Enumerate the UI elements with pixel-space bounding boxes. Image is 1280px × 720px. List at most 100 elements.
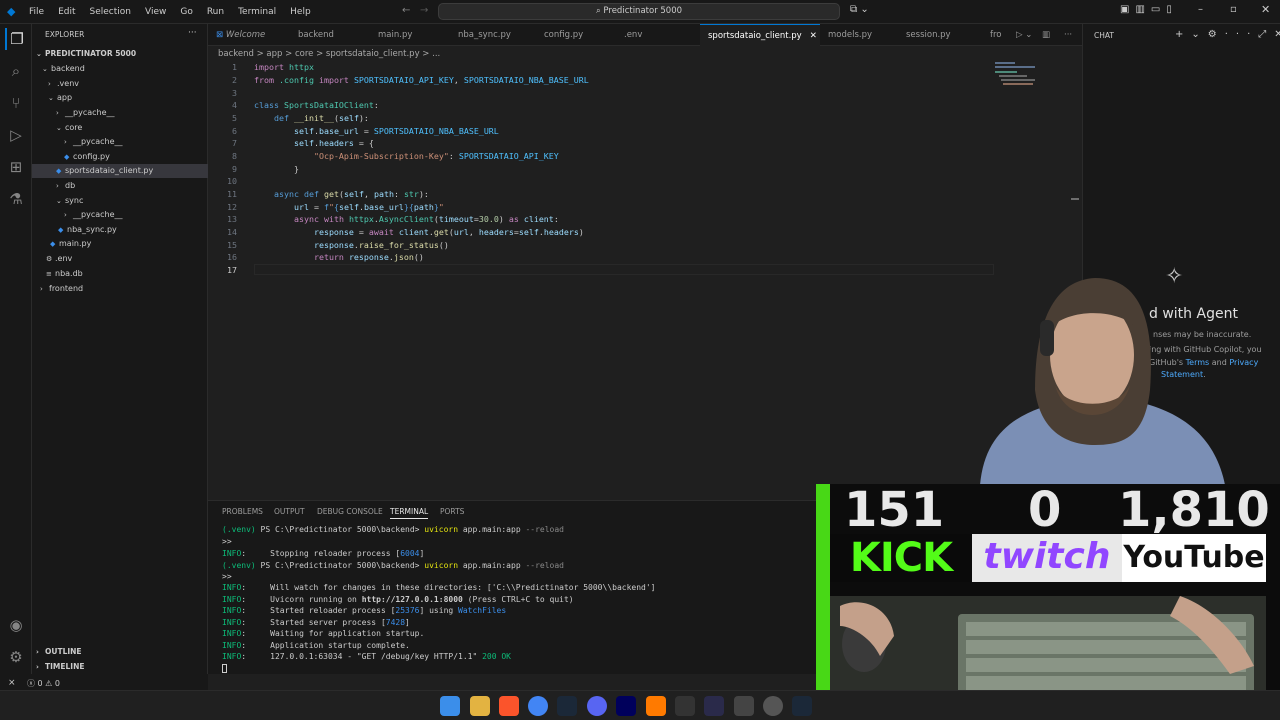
brave-browser-icon[interactable] [499,696,519,716]
tab-config-py[interactable]: config.py [544,24,583,46]
panel-tab-ports[interactable]: PORTS [440,507,464,516]
close-tab-icon[interactable]: ✕ [810,31,817,41]
tree-item-main-py[interactable]: ◆ main.py [50,237,91,251]
epic-games-icon[interactable] [675,696,695,716]
tab-welcome[interactable]: ⊠ Welcome [216,24,265,46]
tree-item-sync[interactable]: ⌄ sync [56,194,83,208]
tree-item-sportsdataio-client-py[interactable]: ◆ sportsdataio_client.py [32,164,208,178]
chrome-icon[interactable] [528,696,548,716]
code-token: response [348,252,389,262]
menu-run[interactable]: Run [200,7,231,17]
panel-tab-problems[interactable]: PROBLEMS [222,507,263,516]
tab-env[interactable]: .env [624,24,642,46]
tree-item-venv[interactable]: › .venv [48,77,79,91]
more-actions-icon[interactable]: ··· [1064,24,1072,46]
workspace-root[interactable]: ⌄ PREDICTINATOR 5000 [36,47,136,61]
menu-go[interactable]: Go [173,7,199,17]
tab-session-py[interactable]: session.py [906,24,951,46]
command-center[interactable]: ⌕ Predictinator 5000 [438,3,840,20]
code-token: str [403,189,419,199]
vscode-logo-icon: ◆ [7,5,16,18]
forward-arrow-icon[interactable]: → [420,5,428,16]
line-number: 11 [227,189,237,199]
close-window-icon[interactable]: ✕ [1261,3,1270,16]
minimap[interactable] [995,60,1043,90]
windows-taskbar [0,690,1280,720]
layout-icons[interactable]: ▣▥▭▯ [1120,4,1178,15]
terminal-line: (.venv) PS C:\Predictinator 5000\backend… [222,525,564,534]
code-token: with [323,214,344,224]
panel-tab-output[interactable]: OUTPUT [274,507,305,516]
ki-app-icon[interactable] [704,696,724,716]
menu-help[interactable]: Help [283,7,318,17]
tree-item-app[interactable]: ⌄ app [48,91,72,105]
search-view-icon[interactable]: ⌕ [5,60,27,82]
code-token: path [413,202,434,212]
tree-item-sync-pycache[interactable]: › __pycache__ [64,208,123,222]
editor-scrollbar-marker[interactable] [1071,198,1079,200]
tree-item-backend[interactable]: ⌄ backend [42,62,85,76]
code-token: httpx [348,214,374,224]
tree-item-db[interactable]: › db [56,179,75,193]
tree-item-env[interactable]: ⚙ .env [46,252,72,266]
steam-2-icon[interactable] [792,696,812,716]
tab-main-py[interactable]: main.py [378,24,412,46]
menu-edit[interactable]: Edit [51,7,82,17]
menu-view[interactable]: View [138,7,173,17]
timeline-section[interactable]: › TIMELINE [36,660,84,674]
webcam-feed [980,278,1225,485]
steam-icon[interactable] [557,696,577,716]
tab-frontend-partial[interactable]: fro [990,24,1002,46]
back-arrow-icon[interactable]: ← [402,5,410,16]
command-center-label: Predictinator 5000 [603,6,683,16]
terminal-line: (.venv) PS C:\Predictinator 5000\backend… [222,561,564,570]
account-icon[interactable]: ◉ [5,614,27,636]
tree-item-config-py[interactable]: ◆ config.py [64,150,110,164]
tab-sportsdataio-client-py[interactable]: sportsdataio_client.py ✕ [700,24,820,46]
explorer-icon[interactable]: ❐ [5,28,27,50]
chat-toolbar-icons[interactable]: +⌄⚙···⤢✕ [1175,29,1280,40]
remote-icon[interactable]: ⨯ [8,678,16,688]
code-line: self.base_url = SPORTSDATAIO_NBA_BASE_UR… [293,126,499,136]
calculator-icon[interactable] [734,696,754,716]
tree-item-nba-db[interactable]: ≡ nba.db [46,267,83,281]
windows-start-icon[interactable] [440,696,460,716]
menu-selection[interactable]: Selection [83,7,138,17]
terminal-line: INFO: Will watch for changes in these di… [222,583,656,592]
problems-status[interactable]: ⓧ 0 ⚠ 0 [27,678,60,689]
tree-item-core[interactable]: ⌄ core [56,121,82,135]
menu-file[interactable]: File [22,7,51,17]
source-control-icon[interactable]: ⑂ [5,92,27,114]
run-icon[interactable]: ▷ ⌄ [1016,24,1032,46]
code-token: get [323,189,339,199]
tree-item-app-pycache[interactable]: › __pycache__ [56,106,115,120]
minimize-icon[interactable]: – [1198,4,1203,15]
fl-studio-icon[interactable] [646,696,666,716]
code-token: response [313,227,354,237]
settings-gear-icon[interactable]: ⚙ [5,646,27,668]
outline-section[interactable]: › OUTLINE [36,645,82,659]
premiere-icon[interactable] [616,696,636,716]
run-debug-icon[interactable]: ▷ [5,124,27,146]
maximize-icon[interactable]: ▫ [1230,4,1237,15]
split-editor-icon[interactable]: ▥ [1042,24,1050,46]
breadcrumb[interactable]: backend > app > core > sportsdataio_clie… [218,47,440,61]
testing-icon[interactable]: ⚗ [5,188,27,210]
tree-item-frontend[interactable]: › frontend [40,282,83,296]
tab-models-py[interactable]: models.py [828,24,872,46]
tab-nba-sync-py[interactable]: nba_sync.py [458,24,511,46]
explorer-more-icon[interactable]: ··· [188,28,197,38]
extensions-icon[interactable]: ⊞ [5,156,27,178]
tree-item-core-pycache[interactable]: › __pycache__ [64,135,123,149]
file-explorer-icon[interactable] [470,696,490,716]
tree-item-nba-sync-py[interactable]: ◆ nba_sync.py [58,223,117,237]
menu-terminal[interactable]: Terminal [231,7,283,17]
discord-icon[interactable] [587,696,607,716]
panel-tab-debug-console[interactable]: DEBUG CONSOLE [317,507,383,516]
media-player-icon[interactable] [763,696,783,716]
copilot-icon[interactable]: ⧉ ⌄ [850,4,869,15]
code-token: __init__ [293,113,334,123]
code-token: headers [318,138,354,148]
panel-tab-terminal[interactable]: TERMINAL [390,507,429,519]
tab-backend[interactable]: backend [298,24,334,46]
